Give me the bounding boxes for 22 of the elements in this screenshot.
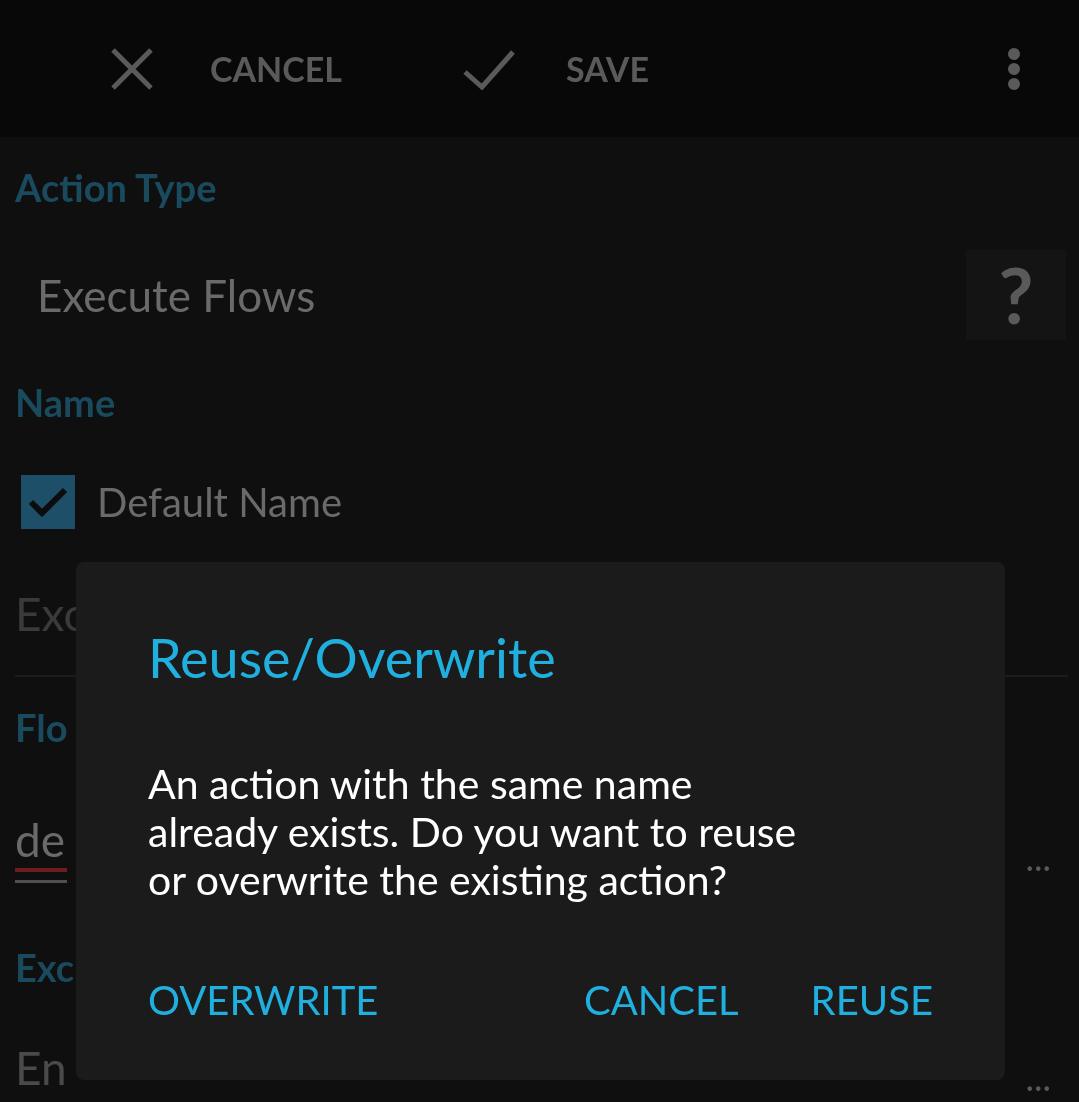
flow-field[interactable]: de [15, 810, 68, 873]
section-label: Exc [15, 948, 75, 986]
more-button[interactable]: ... [1025, 830, 1051, 884]
section-label: Action Type [15, 168, 217, 206]
flow-names-field[interactable]: En [15, 1032, 67, 1102]
dialog-button[interactable]: CANCEL [583, 969, 739, 1030]
section-label: Flo [15, 708, 68, 746]
dialog-title: Reuse/Overwrite [148, 624, 557, 692]
help-button[interactable]: ? [966, 249, 1066, 340]
checkmark-icon [28, 486, 68, 518]
cancel-button[interactable]: CANCEL [210, 43, 342, 94]
dialog-message: An action with the same name already exists. Do you want to reuse or overwrite the existing action? [148, 759, 798, 904]
close-icon[interactable] [110, 46, 154, 91]
dialog-button[interactable]: REUSE [810, 969, 933, 1030]
action-type-value: Execute Flows [37, 267, 316, 323]
section-label: Name [15, 383, 116, 421]
more-options-icon[interactable] [1007, 46, 1021, 91]
save-button[interactable]: SAVE [566, 43, 649, 94]
dialog-button[interactable]: OVERWRITE [148, 969, 379, 1030]
checkbox-label: Default Name [97, 477, 342, 528]
more-button[interactable]: ... [1025, 1050, 1051, 1102]
checkbox[interactable] [21, 475, 75, 529]
